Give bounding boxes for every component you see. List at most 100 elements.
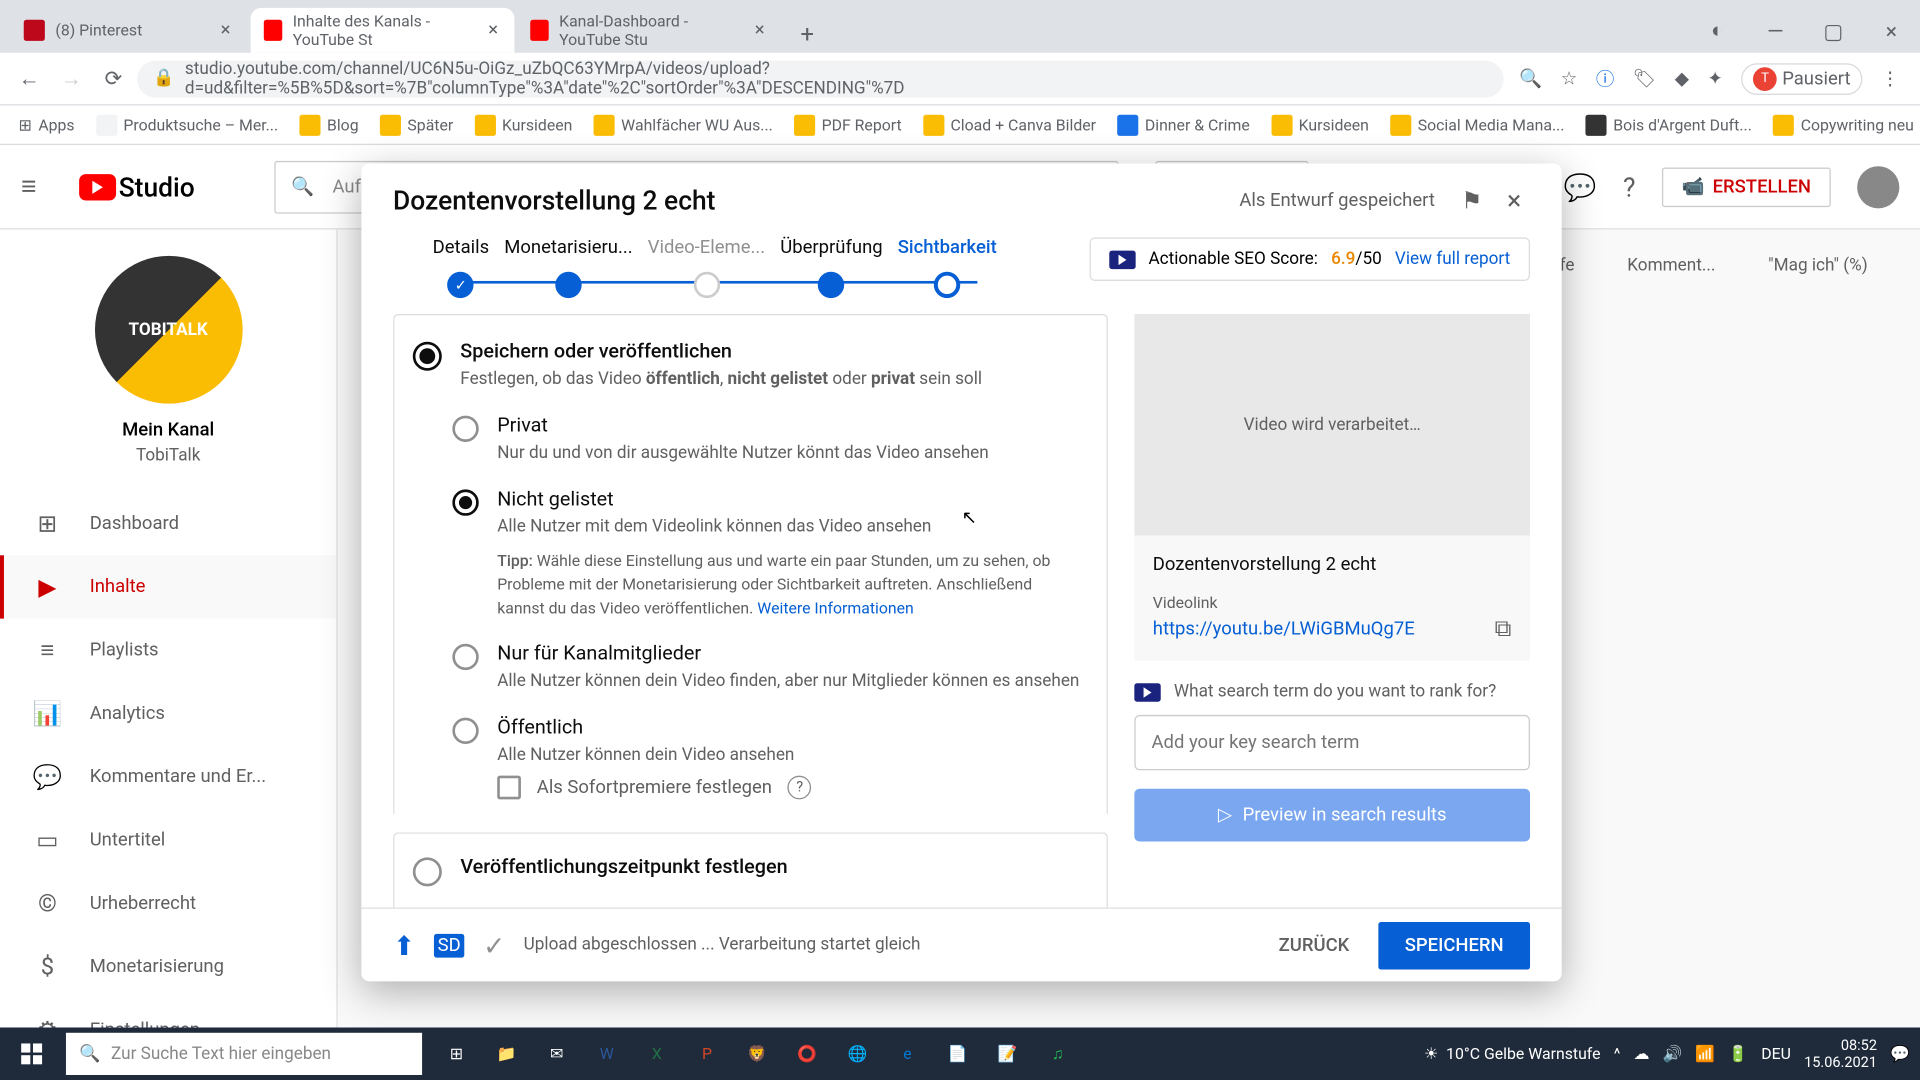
menu-icon[interactable]: ⋮ [1881, 68, 1899, 89]
extensions-icon[interactable]: ✦ [1707, 68, 1722, 89]
profile-button[interactable]: TPausiert [1741, 63, 1862, 95]
save-button[interactable]: SPEICHERN [1378, 921, 1530, 968]
close-icon[interactable]: × [216, 21, 234, 39]
bookmark[interactable]: Blog [291, 114, 366, 135]
minimize-button[interactable]: — [1746, 18, 1804, 43]
close-window-button[interactable]: × [1862, 18, 1920, 43]
back-button[interactable]: ← [11, 60, 48, 97]
sidebar-item-monetization[interactable]: $Monetarisierung [0, 935, 336, 998]
feedback-icon[interactable]: ⚑ [1461, 187, 1482, 215]
taskbar-app[interactable]: X [633, 1028, 680, 1080]
tip-link[interactable]: Weitere Informationen [757, 598, 914, 616]
keyword-input[interactable] [1134, 715, 1530, 770]
reload-button[interactable]: ⟳ [95, 60, 132, 97]
bookmark[interactable]: Copywriting neu [1765, 114, 1920, 135]
radio-unlisted[interactable] [452, 490, 478, 516]
lock-icon: 🔒 [153, 69, 174, 89]
sidebar-item-playlists[interactable]: ≡Playlists [0, 619, 336, 682]
system-tray[interactable]: ^☁🔊📶🔋 [1614, 1045, 1748, 1063]
ext-icon[interactable]: ⓘ [1596, 65, 1614, 91]
channel-avatar[interactable]: TOBITALK [94, 256, 242, 404]
radio-members[interactable] [452, 643, 478, 669]
youtube-studio-logo[interactable]: Studio [79, 171, 195, 203]
step-visibility[interactable]: Sichtbarkeit [898, 237, 997, 298]
bookmark[interactable]: Kursideen [1263, 114, 1377, 135]
bookmark[interactable]: PDF Report [786, 114, 910, 135]
address-bar[interactable]: 🔒studio.youtube.com/channel/UC6N5u-OiGz_… [137, 60, 1503, 97]
bookmark[interactable]: Dinner & Crime [1109, 114, 1257, 135]
help-icon[interactable]: ? [1623, 171, 1635, 203]
help-icon[interactable]: ? [788, 775, 812, 799]
preview-search-button[interactable]: ▷Preview in search results [1134, 789, 1530, 842]
taskbar-app[interactable]: 📄 [934, 1028, 981, 1080]
taskbar-app[interactable]: ⭕ [783, 1028, 830, 1080]
maximize-button[interactable]: ▢ [1804, 18, 1862, 43]
sidebar-item-subtitles[interactable]: ▭Untertitel [0, 809, 336, 872]
menu-icon[interactable]: ≡ [21, 170, 53, 203]
new-tab-button[interactable]: + [789, 16, 826, 53]
bookmark[interactable]: Social Media Mana... [1382, 114, 1572, 135]
taskbar-app[interactable]: ✉ [533, 1028, 580, 1080]
bookmark[interactable]: Wahlfächer WU Aus... [586, 114, 781, 135]
seo-report-link[interactable]: View full report [1395, 249, 1510, 269]
zoom-icon[interactable]: 🔍 [1519, 68, 1542, 89]
taskbar-app[interactable]: e [884, 1028, 931, 1080]
ext-icon[interactable]: 🏷 [1633, 68, 1656, 89]
video-link[interactable]: https://youtu.be/LWiGBMuQg7E [1153, 618, 1415, 639]
sidebar-item-comments[interactable]: 💬Kommentare und Er... [0, 745, 336, 808]
bookmark[interactable]: Bois d'Argent Duft... [1578, 114, 1760, 135]
radio-save-publish[interactable] [413, 342, 442, 371]
star-icon[interactable]: ☆ [1561, 68, 1578, 89]
bookmark[interactable]: Produktsuche – Mer... [88, 114, 286, 135]
taskbar-app[interactable]: 🌐 [834, 1028, 881, 1080]
radio-private[interactable] [452, 416, 478, 442]
sd-icon: SD [434, 933, 465, 957]
premiere-checkbox[interactable] [497, 775, 521, 799]
taskbar-app[interactable]: 🦁 [733, 1028, 780, 1080]
sidebar-item-content[interactable]: ▶Inhalte [0, 555, 336, 618]
taskbar-app[interactable]: ♫ [1034, 1028, 1081, 1080]
bookmark[interactable]: ⊞Apps [11, 115, 83, 133]
sidebar-item-dashboard[interactable]: ⊞Dashboard [0, 492, 336, 555]
radio-public[interactable] [452, 717, 478, 743]
sidebar-item-analytics[interactable]: 📊Analytics [0, 682, 336, 745]
chat-icon[interactable]: 💬 [1564, 171, 1597, 203]
taskbar-app[interactable]: 📁 [483, 1028, 530, 1080]
create-button[interactable]: 📹ERSTELLEN [1662, 167, 1831, 207]
browser-tab[interactable]: Kanal-Dashboard - YouTube Stu× [517, 8, 781, 53]
taskbar-app[interactable]: P [683, 1028, 730, 1080]
step-details[interactable]: Details✓ [433, 237, 490, 298]
channel-name: TobiTalk [26, 446, 310, 466]
bookmark[interactable]: Später [372, 114, 461, 135]
step-elements[interactable]: Video-Eleme... [648, 237, 765, 298]
copy-icon[interactable]: ⧉ [1495, 615, 1512, 643]
language-indicator[interactable]: DEU [1761, 1045, 1791, 1063]
close-button[interactable]: × [1498, 185, 1530, 217]
taskbar-search[interactable]: 🔍Zur Suche Text hier eingeben [66, 1033, 422, 1075]
weather-widget[interactable]: ☀10°C Gelbe Warnstufe [1424, 1045, 1601, 1063]
back-button[interactable]: ZURÜCK [1258, 921, 1371, 968]
apps-icon: ⊞ [18, 115, 31, 133]
taskbar-app[interactable]: 📝 [984, 1028, 1031, 1080]
close-icon[interactable]: × [752, 21, 768, 39]
bookmark[interactable]: Kursideen [466, 114, 580, 135]
task-view-icon[interactable]: ⊞ [433, 1028, 480, 1080]
money-icon: $ [32, 953, 64, 981]
col-header: "Mag ich" (%) [1768, 256, 1868, 276]
bookmark[interactable]: Cload + Canva Bilder [915, 114, 1104, 135]
browser-tab[interactable]: (8) Pinterest× [11, 8, 248, 53]
radio-schedule[interactable] [413, 857, 442, 886]
forward-button[interactable]: → [53, 60, 90, 97]
browser-tab-active[interactable]: Inhalte des Kanals - YouTube St× [251, 8, 515, 53]
taskbar-app[interactable]: W [583, 1028, 630, 1080]
step-review[interactable]: Überprüfung [780, 237, 882, 298]
notifications-icon[interactable]: 💬 [1890, 1045, 1910, 1063]
clock[interactable]: 08:5215.06.2021 [1804, 1036, 1877, 1071]
ext-icon[interactable]: ◆ [1675, 68, 1689, 89]
step-monetization[interactable]: Monetarisieru... [504, 237, 632, 298]
seo-score-box: Actionable SEO Score: 6.9/50 View full r… [1089, 237, 1530, 281]
sidebar-item-copyright[interactable]: ©Urheberrecht [0, 872, 336, 935]
close-icon[interactable]: × [485, 21, 501, 39]
start-button[interactable] [0, 1028, 63, 1080]
avatar[interactable] [1857, 166, 1899, 208]
